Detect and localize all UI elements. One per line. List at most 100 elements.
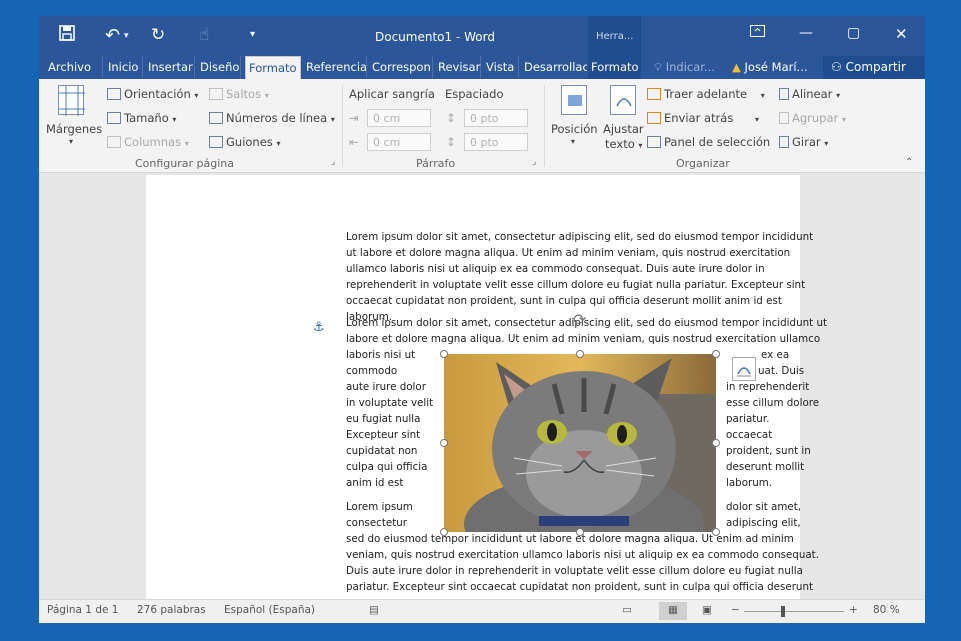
tab-correspondencia[interactable]: Correspon	[369, 56, 433, 79]
tab-formato-picture[interactable]: Formato	[588, 56, 641, 79]
tab-referencias[interactable]: Referencia	[303, 56, 367, 79]
undo-icon[interactable]: ↶	[105, 25, 120, 46]
print-layout-icon[interactable]: ▦	[659, 602, 687, 620]
wrap-text-right[interactable]: in reprehenderit	[726, 381, 809, 393]
zoom-slider-thumb[interactable]	[780, 606, 785, 617]
language-status[interactable]: Español (España)	[224, 604, 315, 616]
orientation-button[interactable]: Orientación ▾	[107, 87, 198, 101]
margins-icon[interactable]	[58, 85, 85, 116]
align-button[interactable]: Alinear ▾	[779, 87, 840, 101]
columns-button[interactable]: Columnas ▾	[107, 135, 189, 149]
paragraph-2-line[interactable]: Lorem ipsum dolor sit amet, consectetur …	[346, 317, 827, 329]
zoom-level[interactable]: 80 %	[873, 604, 900, 616]
proofing-icon[interactable]: ▤	[369, 604, 379, 616]
tab-revisar[interactable]: Revisar	[435, 56, 481, 79]
resize-handle[interactable]	[712, 439, 720, 447]
paragraph-2-line[interactable]: labore et dolore magna aliqua. Ut enim a…	[346, 333, 820, 345]
line-numbers-button[interactable]: Números de línea ▾	[209, 111, 335, 125]
tab-archivo[interactable]: Archivo	[45, 56, 103, 79]
send-backward-button[interactable]: Enviar atrás ▾	[647, 111, 759, 125]
resize-handle[interactable]	[712, 350, 720, 358]
tab-formato-active[interactable]: Formato	[245, 56, 301, 79]
word-count[interactable]: 276 palabras	[137, 604, 206, 616]
tab-vista[interactable]: Vista	[483, 56, 519, 79]
layout-options-button[interactable]	[732, 357, 756, 381]
save-icon[interactable]	[59, 25, 75, 46]
wrap-text-left[interactable]: laboris nisi ut	[346, 349, 415, 361]
wrap-text-right[interactable]: uat. Duis	[758, 365, 804, 377]
resize-handle[interactable]	[712, 528, 720, 536]
indent-right-input[interactable]: 0 cm	[367, 133, 431, 151]
cat-image[interactable]	[444, 354, 716, 532]
tab-inicio[interactable]: Inicio	[105, 56, 143, 79]
wrap-text-right[interactable]: proident, sunt in	[726, 445, 811, 457]
wrap-text-button[interactable]: Ajustar	[603, 122, 644, 136]
breaks-button[interactable]: Saltos ▾	[209, 87, 269, 101]
paragraph-3-left[interactable]: consectetur	[346, 517, 407, 529]
paragraph-launcher-icon[interactable]: ⌟	[532, 157, 536, 167]
wrap-text-right[interactable]: deserunt mollit	[726, 461, 804, 473]
zoom-out-icon[interactable]: −	[731, 604, 740, 616]
ribbon-display-icon[interactable]	[750, 25, 765, 41]
wrap-text-left[interactable]: cupidatat non	[346, 445, 417, 457]
wrap-text-left[interactable]: in voluptate velit	[346, 397, 433, 409]
wrap-text-right[interactable]: ex ea	[761, 349, 789, 361]
resize-handle[interactable]	[440, 528, 448, 536]
wrap-text-left[interactable]: commodo	[346, 365, 397, 377]
position-button[interactable]: Posición	[551, 122, 598, 136]
position-icon[interactable]	[561, 85, 587, 115]
paragraph-3-line[interactable]: sed do eiusmod tempor incididunt ut labo…	[346, 533, 794, 545]
resize-handle[interactable]	[576, 350, 584, 358]
read-mode-icon[interactable]: ▭	[622, 604, 632, 616]
collapse-ribbon-icon[interactable]: ⌃	[905, 157, 913, 168]
wrap-text-left[interactable]: culpa qui officia	[346, 461, 427, 473]
paragraph-3-line[interactable]: pariatur. Excepteur sint occaecat cupida…	[346, 581, 813, 593]
wrap-text-left[interactable]: Excepteur sint	[346, 429, 420, 441]
touch-mode-icon[interactable]: ☝	[199, 25, 209, 45]
wrap-text-right[interactable]: laborum.	[726, 477, 772, 489]
customize-toolbar-icon[interactable]: ▾	[250, 29, 255, 40]
wrap-text-left[interactable]: anim id est	[346, 477, 403, 489]
wrap-text-right[interactable]: occaecat	[726, 429, 772, 441]
wrap-text-left[interactable]: aute irure dolor	[346, 381, 426, 393]
tab-diseno[interactable]: Diseño	[197, 56, 241, 79]
maximize-icon[interactable]: ▢	[847, 25, 860, 41]
resize-handle[interactable]	[440, 439, 448, 447]
indent-left-input[interactable]: 0 cm	[367, 109, 431, 127]
page-count[interactable]: Página 1 de 1	[47, 604, 118, 616]
share-button[interactable]: ⚇ Compartir	[823, 56, 925, 79]
wrap-text-right[interactable]: pariatur.	[726, 413, 769, 425]
position-dropdown-icon[interactable]: ▾	[571, 137, 575, 146]
zoom-slider[interactable]	[744, 606, 844, 617]
page-setup-launcher-icon[interactable]: ⌟	[331, 157, 335, 167]
space-before-input[interactable]: 0 pto	[464, 109, 528, 127]
margins-button[interactable]: Márgenes	[46, 122, 102, 136]
page[interactable]: Lorem ipsum dolor sit amet, consectetur …	[146, 175, 827, 599]
undo-dropdown-icon[interactable]: ▾	[124, 31, 129, 41]
paragraph-3-right[interactable]: adipiscing elit,	[726, 517, 801, 529]
user-account[interactable]: ▲ José Marí...	[729, 56, 821, 79]
wrap-text-left[interactable]: eu fugiat nulla	[346, 413, 420, 425]
redo-icon[interactable]: ↻	[151, 25, 165, 45]
margins-dropdown-icon[interactable]: ▾	[69, 137, 73, 146]
wrap-text-icon[interactable]	[610, 85, 636, 115]
paragraph-3-line[interactable]: veniam, quis nostrud exercitation ullamc…	[346, 549, 819, 561]
tell-me-box[interactable]: 💡︎ Indicar...	[651, 56, 721, 79]
paragraph-3-line[interactable]: Duis aute irure dolor in reprehenderit i…	[346, 565, 803, 577]
paragraph-3-right[interactable]: dolor sit amet,	[726, 501, 801, 513]
web-layout-icon[interactable]: ▣	[702, 604, 712, 616]
tab-desarrollador[interactable]: Desarrollac	[521, 56, 587, 79]
selection-pane-button[interactable]: Panel de selección	[647, 135, 770, 149]
size-button[interactable]: Tamaño ▾	[107, 111, 176, 125]
minimize-icon[interactable]: —	[799, 25, 813, 41]
zoom-in-icon[interactable]: +	[849, 604, 858, 616]
tab-insertar[interactable]: Insertar	[145, 56, 195, 79]
wrap-text-right[interactable]: esse cillum dolore	[726, 397, 819, 409]
space-after-input[interactable]: 0 pto	[464, 133, 528, 151]
rotate-button[interactable]: Girar ▾	[779, 135, 828, 149]
group-button[interactable]: Agrupar ▾	[779, 111, 846, 125]
hyphenation-button[interactable]: Guiones ▾	[209, 135, 280, 149]
resize-handle[interactable]	[440, 350, 448, 358]
rotate-handle-icon[interactable]: ⟳	[573, 310, 586, 329]
paragraph-3-left[interactable]: Lorem ipsum	[346, 501, 413, 513]
